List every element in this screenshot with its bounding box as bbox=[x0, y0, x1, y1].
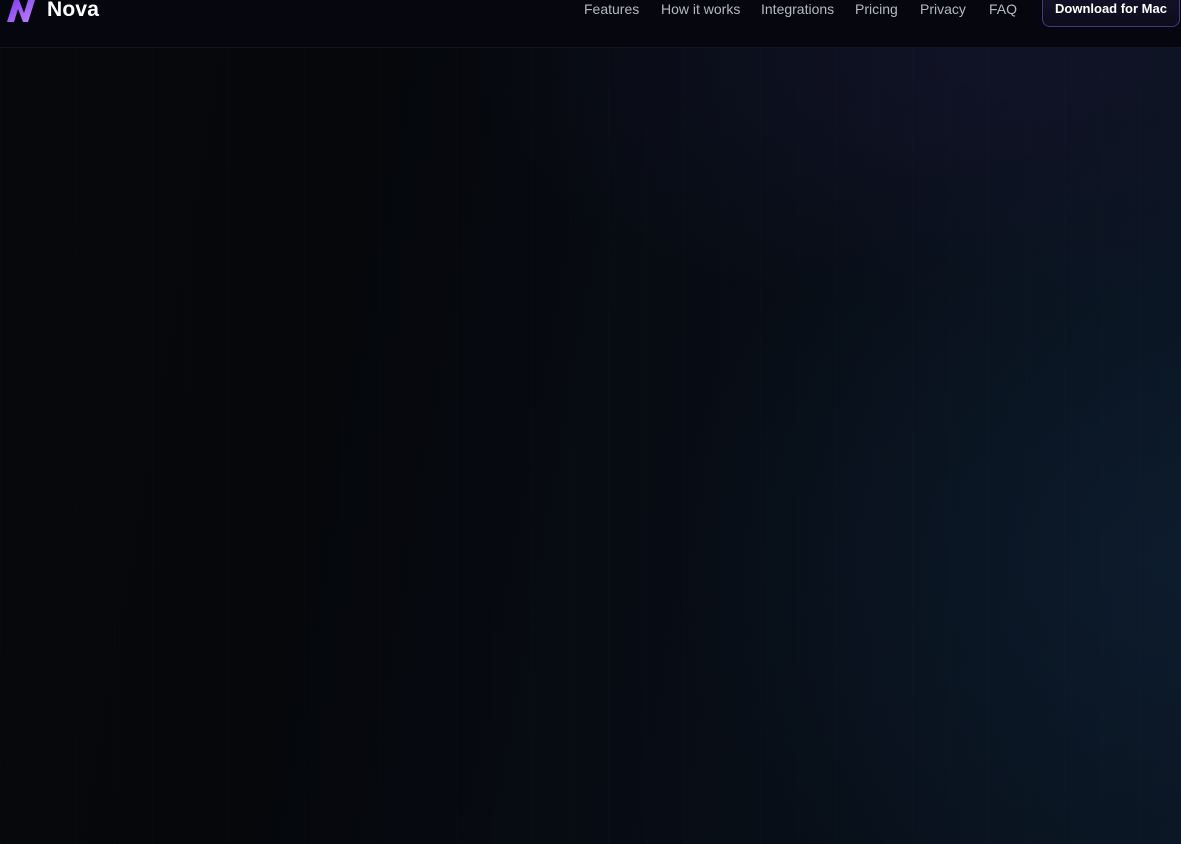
nav-link-pricing[interactable]: Pricing bbox=[855, 1, 898, 17]
top-navbar: Nova Features How it works Integrations … bbox=[0, 0, 1181, 48]
nav-link-faq[interactable]: FAQ bbox=[989, 1, 1017, 17]
nav-link-how-it-works[interactable]: How it works bbox=[661, 1, 740, 17]
nav-link-integrations[interactable]: Integrations bbox=[761, 1, 834, 17]
brand[interactable]: Nova bbox=[5, 0, 99, 23]
hero-background bbox=[0, 48, 1181, 844]
download-for-mac-button[interactable]: Download for Mac bbox=[1042, 0, 1180, 27]
nav-link-privacy[interactable]: Privacy bbox=[920, 1, 966, 17]
nav-link-features[interactable]: Features bbox=[584, 1, 639, 17]
landing-page: Nova Features How it works Integrations … bbox=[0, 0, 1181, 844]
nova-logo-icon bbox=[7, 0, 35, 22]
brand-name: Nova bbox=[47, 0, 100, 21]
